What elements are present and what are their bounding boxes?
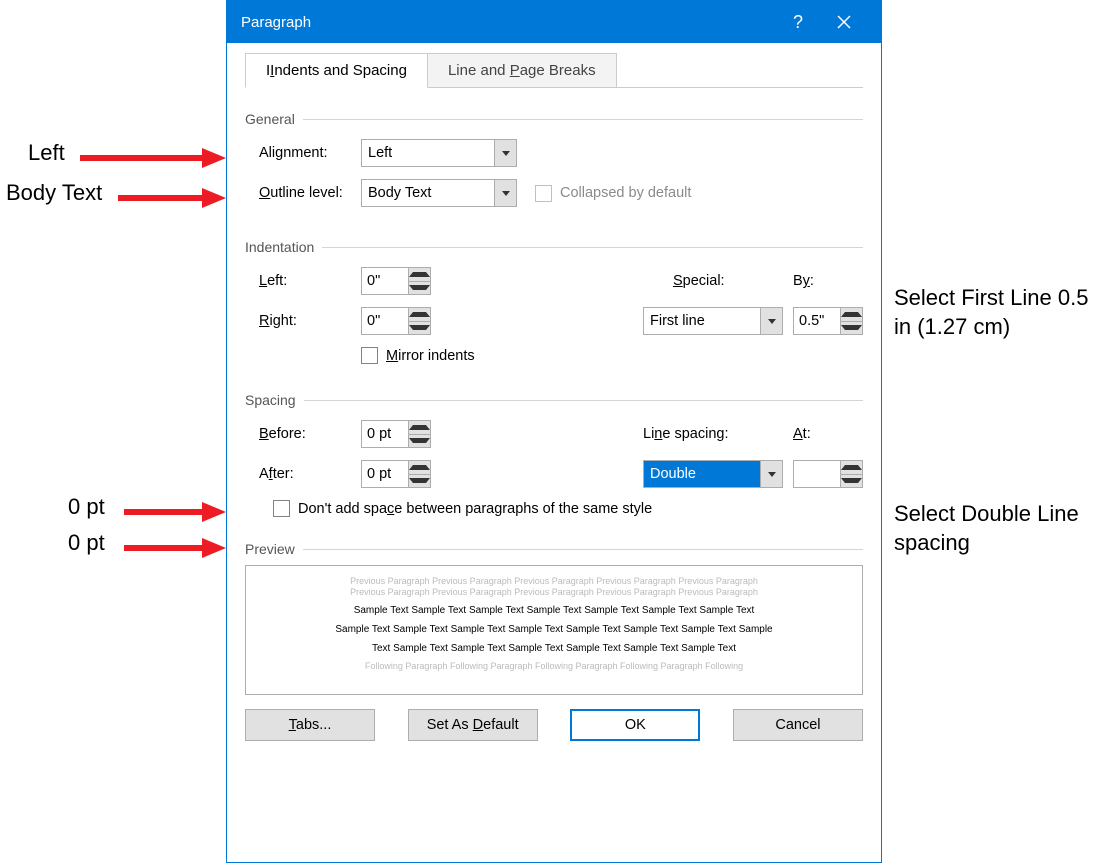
chevron-down-icon [760,461,782,487]
indent-left-label: Left: [259,273,361,289]
indent-right-label: Right: [259,313,361,329]
line-spacing-label: Line spacing: [643,426,793,442]
before-spinner[interactable]: 0 pt [361,420,431,448]
after-label: After: [259,466,361,482]
tab-line-breaks-label: Line and Page Breaks [448,62,596,79]
at-label: At: [793,426,863,442]
special-select[interactable]: First line [643,307,783,335]
callout-left: Left [28,140,65,166]
collapsed-label: Collapsed by default [560,185,691,201]
line-spacing-select[interactable]: Double [643,460,783,488]
tabs-button[interactable]: Tabs... [245,709,375,741]
dont-add-space-label: Don't add space between paragraphs of th… [298,501,652,517]
arrow-bodytext-icon [118,186,226,210]
spinner-down-icon[interactable] [841,474,862,488]
spinner-down-icon[interactable] [409,281,430,295]
section-general-title: General [245,111,863,127]
help-button[interactable]: ? [775,1,821,43]
arrow-before-icon [124,500,226,524]
indent-left-spinner[interactable]: 0" [361,267,431,295]
before-label: Before: [259,426,361,442]
callout-0pt-before: 0 pt [68,494,105,520]
special-label: Special: [673,273,793,289]
alignment-select[interactable]: Left [361,139,517,167]
chevron-down-icon [494,140,516,166]
callout-firstline: Select First Line 0.5 in (1.27 cm) [894,284,1104,341]
section-indentation-title: Indentation [245,239,863,255]
tab-line-page-breaks[interactable]: Line and Page Breaks [428,53,617,88]
by-label: By: [793,273,863,289]
arrow-left-icon [80,146,226,170]
chevron-down-icon [760,308,782,334]
after-spinner[interactable]: 0 pt [361,460,431,488]
spinner-down-icon[interactable] [841,321,862,335]
alignment-label: Alignment: [259,145,361,161]
paragraph-dialog: Paragraph ? IIndents and Spacing Line an… [226,0,882,863]
titlebar: Paragraph ? [227,1,881,43]
outline-select[interactable]: Body Text [361,179,517,207]
outline-label: Outline level: [259,185,361,201]
arrow-after-icon [124,536,226,560]
tab-indents-spacing[interactable]: IIndents and Spacing [245,53,428,88]
by-spinner[interactable]: 0.5" [793,307,863,335]
callout-double: Select Double Line spacing [894,500,1104,557]
section-preview-title: Preview [245,541,863,557]
chevron-down-icon [494,180,516,206]
mirror-label: Mirror indents [386,348,475,364]
dialog-title: Paragraph [241,14,775,31]
dont-add-space-checkbox[interactable] [273,500,290,517]
indent-right-spinner[interactable]: 0" [361,307,431,335]
mirror-checkbox[interactable] [361,347,378,364]
tab-indents-spacing-label: Indents and Spacing [270,62,407,79]
section-spacing-title: Spacing [245,392,863,408]
cancel-button[interactable]: Cancel [733,709,863,741]
spinner-up-icon[interactable] [409,308,430,321]
spinner-down-icon[interactable] [409,474,430,488]
spinner-up-icon[interactable] [409,421,430,434]
spinner-up-icon[interactable] [841,308,862,321]
set-default-button[interactable]: Set As Default [408,709,538,741]
spinner-up-icon[interactable] [841,461,862,474]
callout-bodytext: Body Text [6,180,102,206]
collapsed-checkbox [535,185,552,202]
spinner-up-icon[interactable] [409,268,430,281]
callout-0pt-after: 0 pt [68,530,105,556]
ok-button[interactable]: OK [570,709,700,741]
spinner-down-icon[interactable] [409,321,430,335]
spinner-down-icon[interactable] [409,434,430,448]
at-spinner[interactable] [793,460,863,488]
preview-box: Previous Paragraph Previous Paragraph Pr… [245,565,863,695]
spinner-up-icon[interactable] [409,461,430,474]
close-button[interactable] [821,1,867,43]
